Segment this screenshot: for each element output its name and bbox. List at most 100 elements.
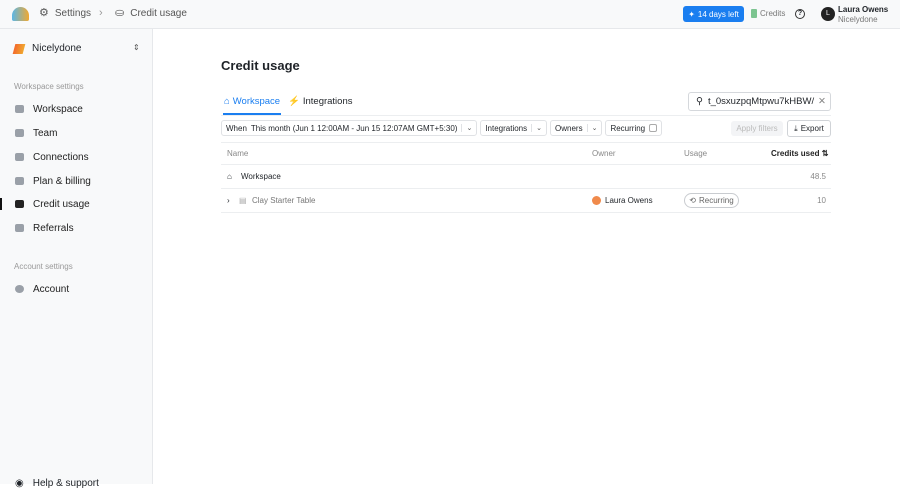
sidebar-item-workspace[interactable]: Workspace <box>0 99 153 119</box>
divider <box>221 212 831 213</box>
recurring-label: Recurring <box>610 123 646 133</box>
header-owner[interactable]: Owner <box>592 149 616 158</box>
header-usage[interactable]: Usage <box>684 149 707 158</box>
row-credits: 48.5 <box>810 172 826 181</box>
integrations-filter[interactable]: Integrations ⌄ <box>480 120 548 136</box>
credits-button[interactable]: Credits <box>751 9 785 18</box>
trial-label: 14 days left <box>697 9 739 19</box>
sidebar-item-label: Credit usage <box>33 198 90 210</box>
gear-icon: ⚙ <box>39 7 49 19</box>
owners-label: Owners <box>555 123 583 133</box>
credits-icon <box>751 9 757 18</box>
card-icon <box>15 177 24 185</box>
search-value: t_0sxuzpqMtpwu7kHBW/ <box>707 96 815 107</box>
owners-filter[interactable]: Owners ⌄ <box>550 120 603 136</box>
sidebar-item-credit-usage[interactable]: Credit usage <box>0 194 153 214</box>
gift-icon <box>15 224 24 232</box>
user-name: Laura Owens <box>838 5 889 14</box>
table-icon: ▤ <box>239 196 247 205</box>
divider <box>221 142 831 143</box>
tab-integrations[interactable]: ⚡ Integrations <box>288 96 353 107</box>
breadcrumb-settings-label: Settings <box>54 8 92 19</box>
page-title: Credit usage <box>221 58 300 73</box>
sidebar-item-label: Account <box>33 283 70 295</box>
workspace-logo <box>12 43 26 54</box>
sidebar-item-label: Plan & billing <box>33 175 91 187</box>
building-icon: ⌂ <box>227 172 232 181</box>
sidebar-item-label: Workspace <box>33 103 83 115</box>
integrations-label: Integrations <box>485 123 528 133</box>
workspace-name: Nicelydone <box>32 43 82 54</box>
row-name: Workspace <box>241 172 281 181</box>
plug-icon: ⚡ <box>288 96 300 107</box>
credits-label: Credits <box>760 9 786 18</box>
download-icon: ⤓ <box>794 123 798 133</box>
usage-label: Recurring <box>699 196 734 205</box>
chevron-down-icon: ⌄ <box>586 124 597 132</box>
export-label: Export <box>800 124 824 133</box>
trial-button[interactable]: ✦ 14 days left <box>683 6 744 22</box>
chevron-right-icon: › <box>99 7 103 19</box>
tab-label: Integrations <box>302 96 353 107</box>
sidebar-item-label: Referrals <box>33 222 74 234</box>
when-label: When <box>226 123 247 133</box>
apply-filters-button[interactable]: Apply filters <box>731 121 783 136</box>
sidebar: Nicelydone ⇕ Workspace settings Workspac… <box>0 29 153 489</box>
coins-icon: ⛀ <box>115 7 125 19</box>
chevron-down-icon: ⌄ <box>461 124 472 132</box>
user-circle-icon <box>15 285 24 293</box>
search-input[interactable]: ⚲ t_0sxuzpqMtpwu7kHBW/✕ <box>688 92 831 111</box>
owner-avatar <box>592 196 601 205</box>
user-org: Nicelydone <box>838 15 878 24</box>
breadcrumb-credit-usage: ⛀ Credit usage <box>115 7 187 20</box>
avatar[interactable]: L <box>821 7 835 21</box>
chevron-down-icon: ⌄ <box>531 124 542 132</box>
clear-icon[interactable]: ✕ <box>818 96 826 107</box>
help-icon[interactable]: ? <box>795 9 805 19</box>
row-owner: Laura Owens <box>592 196 653 205</box>
usage-badge: ⟲ Recurring <box>684 193 739 208</box>
tab-label: Workspace <box>232 96 281 107</box>
divider <box>221 115 831 116</box>
plug-icon <box>15 153 24 161</box>
tab-workspace[interactable]: ⌂ Workspace <box>224 96 280 107</box>
header-credits-used[interactable]: Credits used ⇅ <box>771 149 828 158</box>
sidebar-item-account[interactable]: Account <box>0 279 153 299</box>
owner-name: Laura Owens <box>605 196 653 205</box>
when-filter[interactable]: When This month (Jun 1 12:00AM - Jun 15 1… <box>221 120 478 136</box>
breadcrumb-current-label: Credit usage <box>130 8 187 19</box>
sidebar-item-label: Team <box>33 127 58 139</box>
divider <box>221 188 831 189</box>
sidebar-item-referrals[interactable]: Referrals <box>0 218 153 238</box>
repeat-icon: ⟲ <box>689 196 696 205</box>
header-credits-label: Credits used <box>771 149 820 158</box>
section-account-settings: Account settings <box>14 262 73 271</box>
row-credits: 10 <box>817 196 826 205</box>
header-name[interactable]: Name <box>227 149 248 158</box>
search-icon: ⚲ <box>696 96 703 107</box>
filter-bar: When This month (Jun 1 12:00AM - Jun 15 1… <box>221 120 663 136</box>
sidebar-item-label: Connections <box>33 151 89 163</box>
building-icon <box>15 105 24 113</box>
app-logo[interactable] <box>12 7 29 21</box>
sidebar-item-connections[interactable]: Connections <box>0 147 153 167</box>
recurring-checkbox[interactable] <box>649 124 658 132</box>
top-bar: ⚙ Settings › ⛀ Credit usage ✦ 14 days left … <box>0 0 900 29</box>
section-workspace-settings: Workspace settings <box>14 82 84 91</box>
recurring-filter[interactable]: Recurring <box>605 120 663 136</box>
sort-icon[interactable]: ⇅ <box>822 149 829 158</box>
team-icon <box>15 129 24 137</box>
divider <box>221 164 831 165</box>
building-icon: ⌂ <box>224 96 230 107</box>
coins-icon <box>15 200 24 208</box>
row-name[interactable]: Clay Starter Table <box>252 196 315 205</box>
export-button[interactable]: ⤓ Export <box>787 120 831 137</box>
sidebar-item-team[interactable]: Team <box>0 123 153 143</box>
when-value: This month (Jun 1 12:00AM - Jun 15 12:07… <box>250 123 458 133</box>
expand-chevron-icon[interactable]: › <box>227 196 230 205</box>
chevron-updown-icon[interactable]: ⇕ <box>133 43 140 52</box>
workspace-switcher[interactable]: Nicelydone <box>12 43 82 54</box>
breadcrumb-settings[interactable]: ⚙ Settings <box>39 7 92 20</box>
sidebar-item-plan-billing[interactable]: Plan & billing <box>0 171 153 191</box>
sparkle-icon: ✦ <box>688 9 695 19</box>
